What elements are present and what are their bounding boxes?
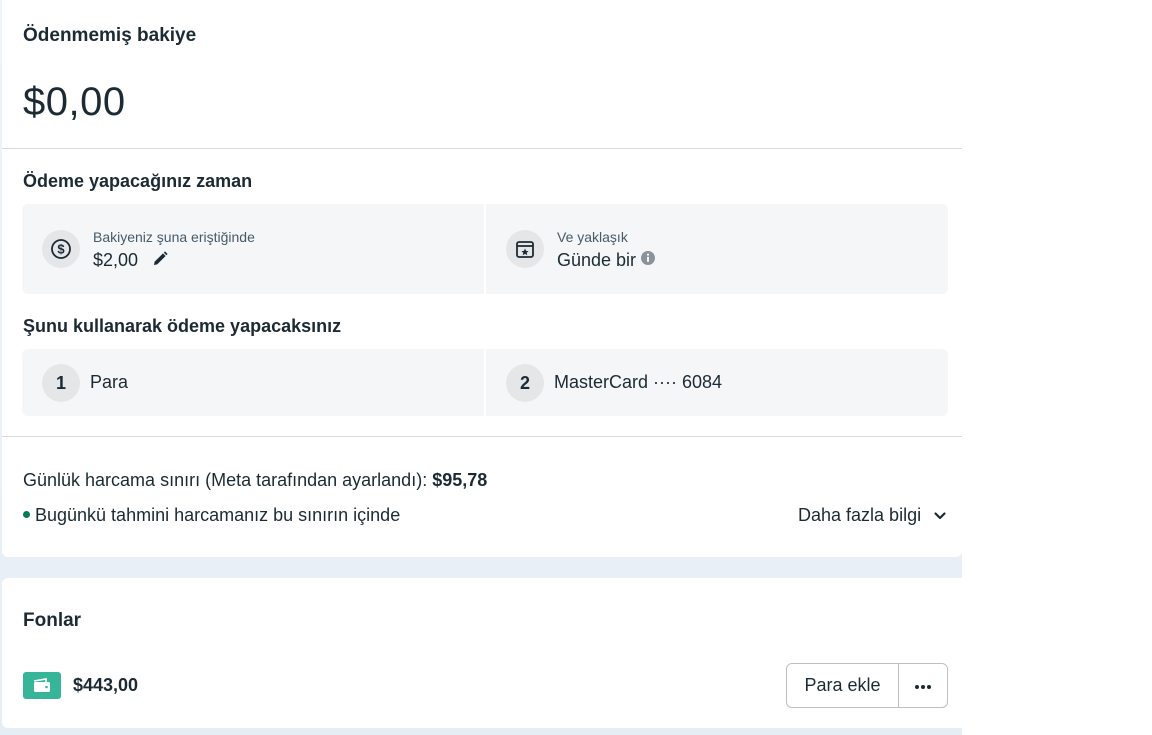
frequency-label: Ve yaklaşık — [557, 229, 628, 245]
daily-limit-text: Günlük harcama sınırı (Meta tarafından a… — [23, 470, 433, 490]
method-index: 1 — [42, 364, 80, 402]
more-options-button[interactable] — [899, 664, 947, 707]
page-background: Ödenmemiş bakiye $0,00 Ödeme yapacağınız… — [0, 0, 962, 735]
method-label: MasterCard ···· 6084 — [554, 372, 723, 392]
unpaid-balance-amount: $0,00 — [23, 80, 126, 124]
divider — [2, 436, 962, 437]
wallet-icon — [23, 672, 61, 699]
method-label: Para — [90, 372, 129, 392]
status-dot — [23, 511, 30, 518]
pencil-icon[interactable] — [151, 250, 169, 268]
threshold-value: $2,00 — [93, 250, 139, 270]
threshold-box: $ Bakiyeniz şuna eriştiğinde $2,00 — [22, 204, 484, 294]
unpaid-balance-title: Ödenmemiş bakiye — [23, 25, 197, 46]
funds-title: Fonlar — [23, 610, 82, 631]
dollar-circle-icon: $ — [42, 230, 80, 268]
chevron-down-icon — [933, 509, 947, 523]
payment-methods-title: Şunu kullanarak ödeme yapacaksınız — [23, 316, 342, 336]
frequency-value: Günde bir — [557, 250, 637, 270]
threshold-label: Bakiyeniz şuna eriştiğinde — [93, 229, 255, 245]
add-money-button[interactable]: Para ekle — [787, 664, 899, 707]
spending-status-text: Bugünkü tahmini harcamanız bu sınırın iç… — [35, 505, 401, 525]
funds-button-group: Para ekle — [786, 663, 948, 708]
balance-card: Ödenmemiş bakiye $0,00 Ödeme yapacağınız… — [2, 0, 962, 557]
payment-method-1[interactable]: 1 Para — [22, 349, 484, 416]
frequency-box: Ve yaklaşık Günde bir — [486, 204, 948, 294]
calendar-star-icon — [506, 230, 544, 268]
daily-limit-line: Günlük harcama sınırı (Meta tarafından a… — [23, 470, 487, 491]
more-info-link[interactable]: Daha fazla bilgi — [798, 505, 947, 526]
payment-method-2[interactable]: 2 MasterCard ···· 6084 — [486, 349, 948, 416]
more-info-label: Daha fazla bilgi — [798, 505, 922, 525]
svg-text:$: $ — [57, 242, 65, 257]
funds-amount: $443,00 — [73, 675, 139, 695]
daily-limit-value: $95,78 — [432, 470, 488, 490]
method-index: 2 — [506, 364, 544, 402]
payment-timing-title: Ödeme yapacağınız zaman — [23, 171, 253, 191]
more-dots-icon — [914, 677, 932, 695]
funds-card: Fonlar $443,00 Para ekle — [2, 578, 962, 728]
info-icon[interactable] — [640, 250, 656, 266]
divider — [2, 148, 962, 149]
